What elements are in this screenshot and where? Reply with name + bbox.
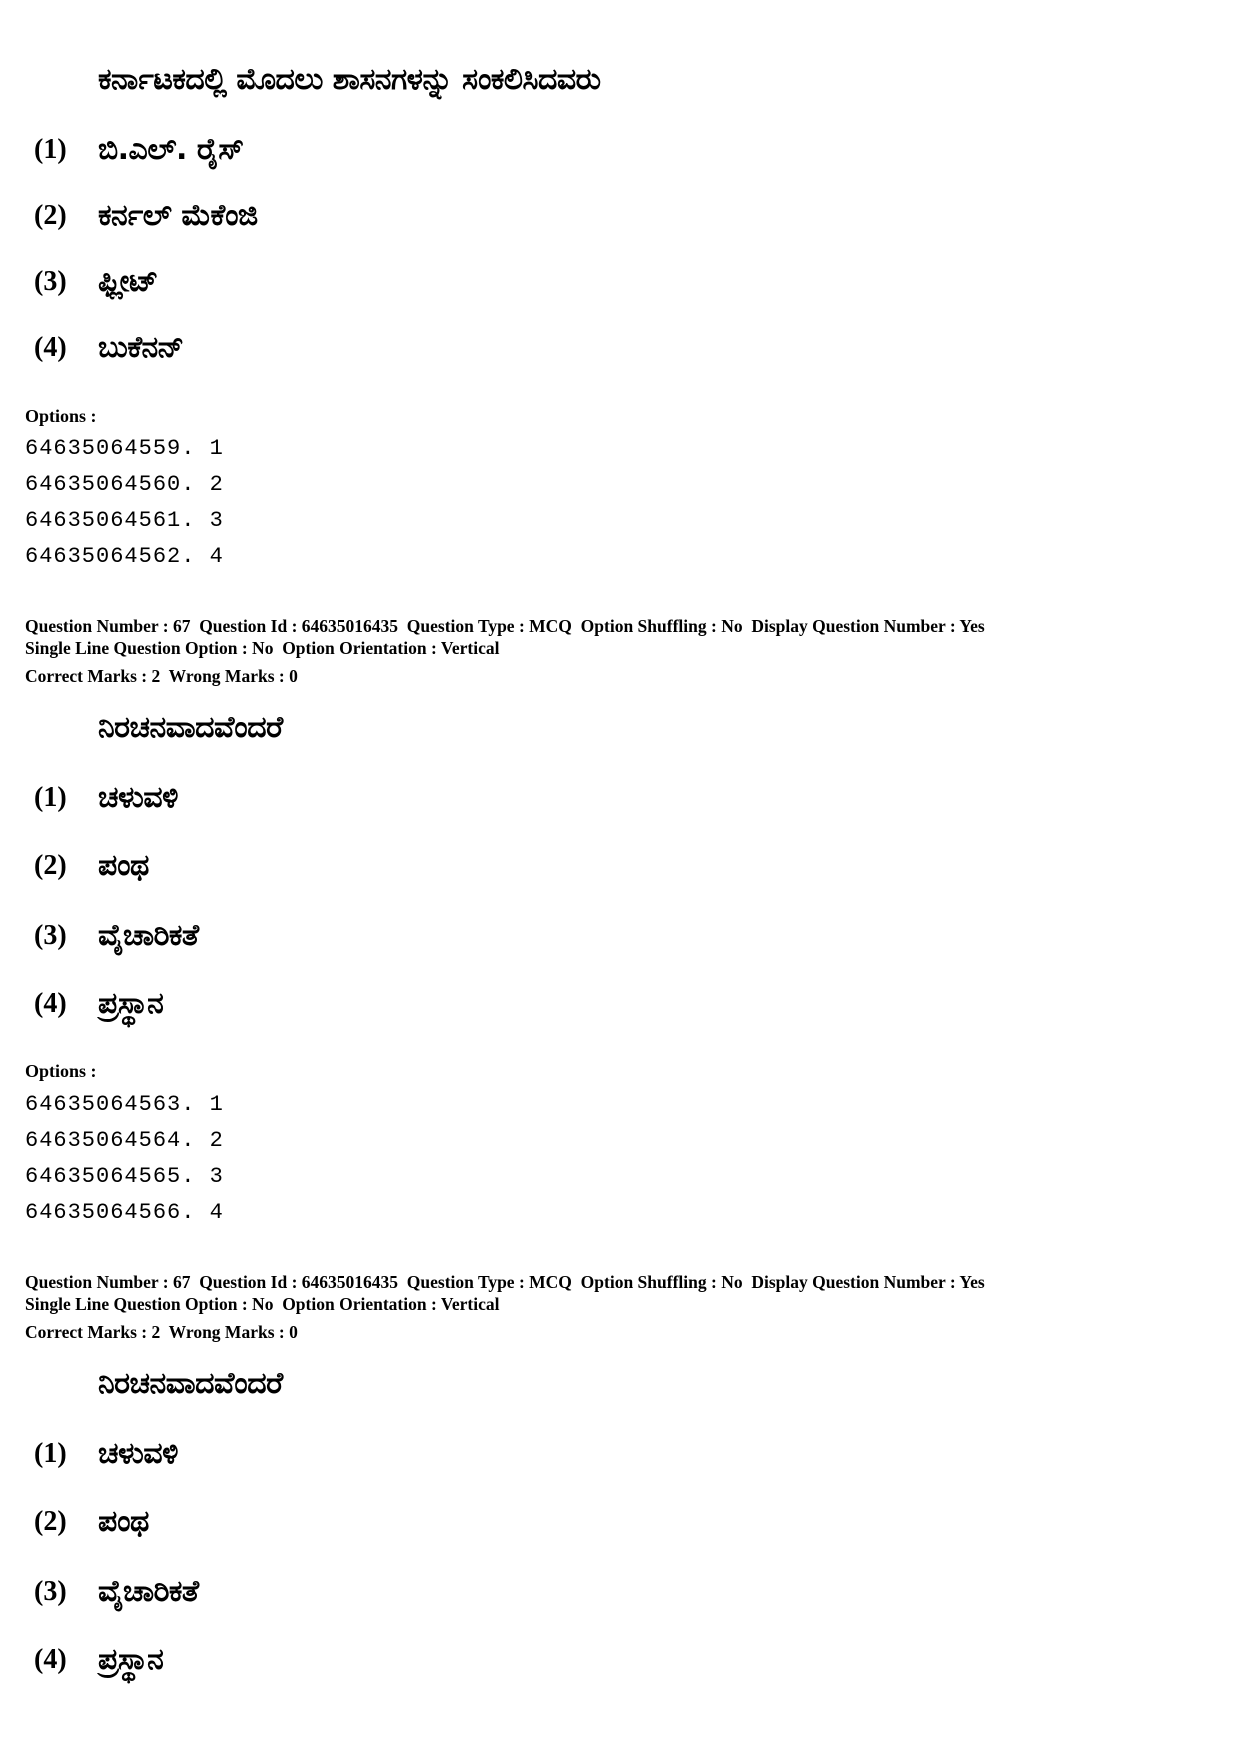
choice-text: ಪ್ರಸ್ಥಾನ (98, 1642, 164, 1677)
question-text: ಕರ್ನಾಟಕದಲ್ಲಿ ಮೊದಲು ಶಾಸನಗಳನ್ನು ಸಂಕಲಿಸಿದವರ… (98, 62, 601, 97)
choice-number: (2) (34, 850, 67, 881)
choice-text: ಚಳುವಳಿ (98, 780, 178, 815)
question-meta-line: Single Line Question Option : No Option … (25, 638, 500, 658)
marks-line: Correct Marks : 2 Wrong Marks : 0 (25, 666, 298, 686)
choice-number: (2) (34, 1506, 67, 1537)
choice-number: (1) (34, 1438, 67, 1469)
choice-number: (3) (34, 1576, 67, 1607)
choice-row: (4) ಪ್ರಸ್ಥಾನ (34, 1640, 164, 1680)
question-text: ನಿರಚನವಾದವೆಂದರೆ (98, 1366, 283, 1401)
choice-row: (2) ಪಂಥ (34, 846, 149, 886)
choice-row: (2) ಪಂಥ (34, 1502, 149, 1542)
question-meta-line: Question Number : 67 Question Id : 64635… (25, 1272, 985, 1292)
choice-text: ವೈಚಾರಿಕತೆ (98, 1574, 199, 1609)
choice-row: (4) ಬುಕೆನನ್ (34, 328, 184, 368)
marks-line: Correct Marks : 2 Wrong Marks : 0 (25, 1322, 298, 1342)
question-meta-line: Question Number : 67 Question Id : 64635… (25, 616, 985, 636)
choice-text: ಕರ್ನಲ್ ಮೆಕೆಂಜಿ (98, 198, 258, 233)
choice-text: ಬಿ.ಎಲ್. ರೈಸ್ (98, 132, 244, 167)
option-id: 64635064562. 4 (25, 544, 224, 569)
option-id: 64635064565. 3 (25, 1164, 224, 1189)
choice-row: (4) ಪ್ರಸ್ಥಾನ (34, 984, 164, 1024)
option-id: 64635064560. 2 (25, 472, 224, 497)
option-id: 64635064563. 1 (25, 1092, 224, 1117)
options-label: Options : (25, 1061, 97, 1081)
choice-row: (3) ವೈಚಾರಿಕತೆ (34, 1572, 199, 1612)
choice-row: (3) ವೈಚಾರಿಕತೆ (34, 916, 199, 956)
option-id: 64635064564. 2 (25, 1128, 224, 1153)
choice-number: (4) (34, 332, 67, 363)
choice-text: ಚಳುವಳಿ (98, 1436, 178, 1471)
choice-number: (3) (34, 266, 67, 297)
question-text: ನಿರಚನವಾದವೆಂದರೆ (98, 710, 283, 745)
choice-number: (3) (34, 920, 67, 951)
option-id: 64635064566. 4 (25, 1200, 224, 1225)
choice-number: (4) (34, 1644, 67, 1675)
choice-row: (2) ಕರ್ನಲ್ ಮೆಕೆಂಜಿ (34, 196, 258, 236)
choice-text: ಪಂಥ (98, 1504, 149, 1539)
choice-text: ಪ್ರಸ್ಥಾನ (98, 986, 164, 1021)
option-id: 64635064561. 3 (25, 508, 224, 533)
choice-number: (2) (34, 200, 67, 231)
choice-row: (1) ಚಳುವಳಿ (34, 778, 178, 818)
choice-text: ವೈಚಾರಿಕತೆ (98, 918, 199, 953)
choice-number: (1) (34, 782, 67, 813)
choice-number: (4) (34, 988, 67, 1019)
options-label: Options : (25, 406, 97, 426)
choice-text: ಬುಕೆನನ್ (98, 330, 184, 365)
choice-number: (1) (34, 134, 67, 165)
choice-text: ಫ್ಲೀಟ್ (98, 264, 158, 299)
question-meta-line: Single Line Question Option : No Option … (25, 1294, 500, 1314)
choice-row: (3) ಫ್ಲೀಟ್ (34, 262, 158, 302)
choice-row: (1) ಚಳುವಳಿ (34, 1434, 178, 1474)
choice-row: (1) ಬಿ.ಎಲ್. ರೈಸ್ (34, 130, 244, 170)
choice-text: ಪಂಥ (98, 848, 149, 883)
option-id: 64635064559. 1 (25, 436, 224, 461)
